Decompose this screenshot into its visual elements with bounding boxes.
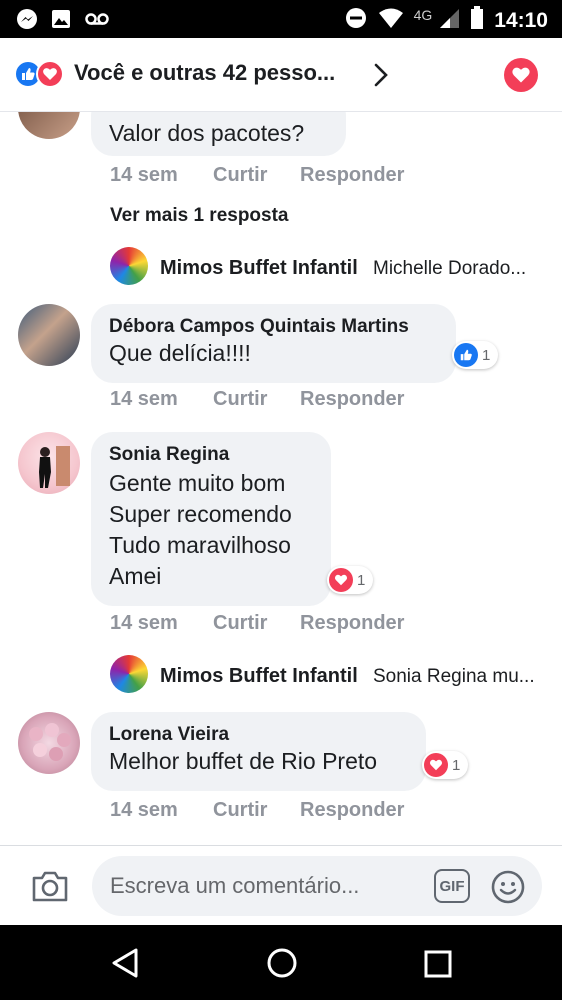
network-type: 4G <box>413 6 433 23</box>
comment-bubble[interactable]: Sonia Regina Gente muito bom Super recom… <box>91 432 331 606</box>
love-react-button[interactable] <box>504 58 538 92</box>
avatar[interactable] <box>110 247 148 285</box>
like-link[interactable]: Curtir <box>213 799 267 822</box>
avatar[interactable] <box>110 655 148 693</box>
love-reaction-icon <box>424 753 448 777</box>
comments-list[interactable]: Valor dos pacotes? 14 sem Curtir Respond… <box>0 112 562 845</box>
reply-preview[interactable]: Mimos Buffet Infantil Michelle Dorado... <box>110 247 540 287</box>
comment-text-line: Gente muito bom <box>109 470 286 496</box>
reactions-summary-title[interactable]: Você e outras 42 pesso... <box>74 60 335 86</box>
like-reaction-icon <box>454 343 478 367</box>
comment-bubble[interactable]: Valor dos pacotes? <box>91 112 346 156</box>
camera-icon[interactable] <box>30 868 70 909</box>
reaction-count: 1 <box>482 346 491 364</box>
comment-author[interactable]: Débora Campos Quintais Martins <box>109 316 438 338</box>
reply-link[interactable]: Responder <box>300 164 404 187</box>
reaction-badge[interactable]: 1 <box>422 751 469 779</box>
like-link[interactable]: Curtir <box>213 612 267 635</box>
reaction-count: 1 <box>357 571 366 589</box>
comment-bubble[interactable]: Lorena Vieira Melhor buffet de Rio Preto <box>91 712 426 791</box>
comment-text-line: Tudo maravilhoso <box>109 532 291 558</box>
comment-composer: Escreva um comentário... GIF <box>0 845 562 925</box>
status-bar: 4G 14:10 <box>0 0 562 38</box>
recent-apps-icon[interactable] <box>424 950 452 983</box>
back-icon[interactable] <box>110 947 140 984</box>
comment-author[interactable]: Sonia Regina <box>109 444 313 466</box>
reply-text: Michelle Dorado... <box>373 258 527 279</box>
comment-author[interactable]: Lorena Vieira <box>109 724 408 746</box>
battery-icon <box>470 6 484 35</box>
like-link[interactable]: Curtir <box>213 388 267 411</box>
comment-text-line: Amei <box>109 563 162 589</box>
reaction-badge[interactable]: 1 <box>452 341 499 369</box>
avatar[interactable] <box>18 112 80 139</box>
reply-text: Sonia Regina mu... <box>373 666 535 687</box>
comment-input-placeholder: Escreva um comentário... <box>110 873 360 898</box>
chevron-right-icon[interactable] <box>370 62 392 93</box>
reaction-summary[interactable] <box>14 60 70 90</box>
comment-time: 14 sem <box>110 164 178 186</box>
clock: 14:10 <box>494 8 548 32</box>
comment-time: 14 sem <box>110 799 178 821</box>
image-icon <box>50 8 72 35</box>
reaction-count: 1 <box>452 756 461 774</box>
reply-author[interactable]: Mimos Buffet Infantil <box>160 665 358 688</box>
comment-text: Melhor buffet de Rio Preto <box>109 748 378 774</box>
signal-icon <box>438 7 460 34</box>
messenger-icon <box>16 8 38 35</box>
emoji-icon[interactable] <box>490 869 526 910</box>
view-more-replies-link[interactable]: Ver mais 1 resposta <box>110 205 289 227</box>
comment-text: Que delícia!!!! <box>109 340 251 366</box>
home-icon[interactable] <box>266 947 298 984</box>
comment-time: 14 sem <box>110 388 178 410</box>
love-reaction-icon <box>36 60 64 88</box>
avatar[interactable] <box>18 712 80 774</box>
reactions-header[interactable]: Você e outras 42 pesso... <box>0 38 562 112</box>
gif-button[interactable]: GIF <box>434 869 470 903</box>
android-nav-bar <box>0 925 562 1000</box>
reply-link[interactable]: Responder <box>300 388 404 411</box>
reply-author[interactable]: Mimos Buffet Infantil <box>160 257 358 280</box>
reaction-badge[interactable]: 1 <box>327 566 374 594</box>
love-reaction-icon <box>329 568 353 592</box>
comment-text-line: Super recomendo <box>109 501 292 527</box>
wifi-icon <box>378 7 404 34</box>
voicemail-icon <box>84 8 110 35</box>
comment-input[interactable]: Escreva um comentário... GIF <box>92 856 542 916</box>
avatar[interactable] <box>18 432 80 494</box>
comment-bubble[interactable]: Débora Campos Quintais Martins Que delíc… <box>91 304 456 383</box>
do-not-disturb-icon <box>344 6 368 35</box>
comment-time: 14 sem <box>110 612 178 634</box>
reply-link[interactable]: Responder <box>300 612 404 635</box>
reply-preview[interactable]: Mimos Buffet Infantil Sonia Regina mu... <box>110 655 540 695</box>
comment-text: Valor dos pacotes? <box>109 120 305 146</box>
like-link[interactable]: Curtir <box>213 164 267 187</box>
reply-link[interactable]: Responder <box>300 799 404 822</box>
avatar[interactable] <box>18 304 80 366</box>
